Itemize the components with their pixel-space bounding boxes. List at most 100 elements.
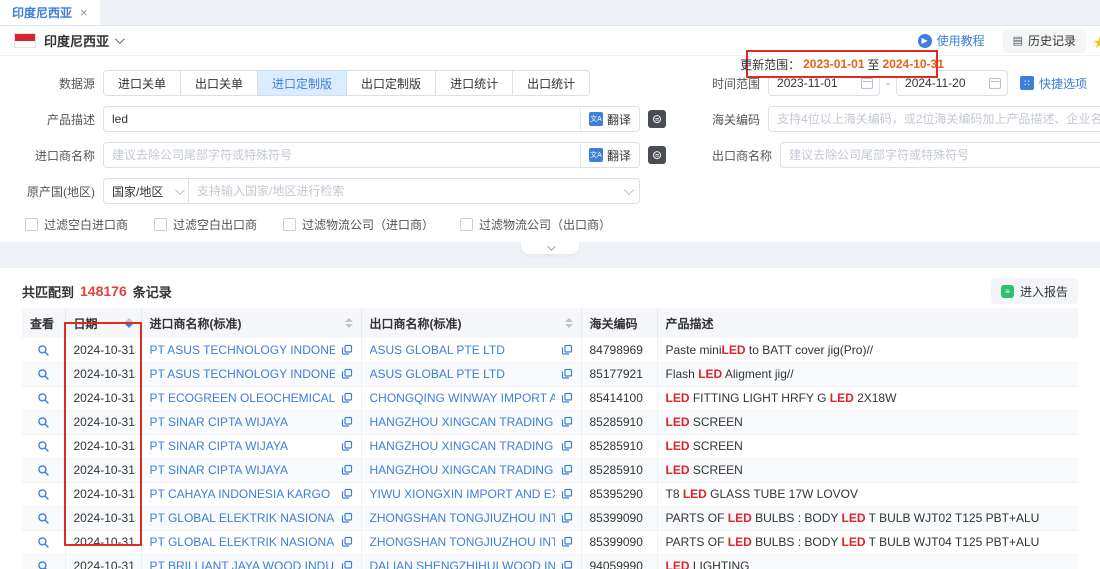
importer-link[interactable]: PT SINAR CIPTA WIJAYA	[150, 415, 335, 429]
exporter-link[interactable]: ZHONGSHAN TONGJIUZHOU INTERNA...	[370, 535, 555, 549]
sort-carets-icon[interactable]	[125, 318, 133, 328]
copy-icon[interactable]	[341, 392, 353, 404]
history-button[interactable]: ▤ 历史记录	[1003, 29, 1086, 53]
product-desc-input[interactable]	[104, 107, 580, 131]
datasource-tab-4[interactable]: 进口统计	[436, 70, 513, 96]
exporter-link[interactable]: YIWU XIONGXIN IMPORT AND EXPORT...	[370, 487, 555, 501]
copy-icon[interactable]	[341, 344, 353, 356]
copy-icon[interactable]	[561, 464, 573, 476]
magnifier-icon[interactable]	[37, 464, 50, 477]
magnifier-icon[interactable]	[37, 392, 50, 405]
importer-link[interactable]: PT ASUS TECHNOLOGY INDONESIA BA...	[150, 367, 335, 381]
copy-icon[interactable]	[341, 512, 353, 524]
magnifier-icon[interactable]	[37, 368, 50, 381]
collapse-panel-button[interactable]	[521, 241, 579, 254]
chevron-down-icon	[624, 185, 634, 195]
close-icon[interactable]: ×	[80, 6, 88, 19]
filter-checkbox-2[interactable]: 过滤物流公司（进口商）	[283, 216, 434, 233]
translate-button[interactable]: 文A 翻译	[580, 107, 639, 131]
importer-link[interactable]: PT SINAR CIPTA WIJAYA	[150, 439, 335, 453]
exporter-link[interactable]: CHONGQING WINWAY IMPORT AND E...	[370, 391, 555, 405]
translate-icon: 文A	[589, 148, 603, 162]
copy-icon[interactable]	[561, 392, 573, 404]
importer-link[interactable]: PT ECOGREEN OLEOCHEMICALS	[150, 391, 335, 405]
importer-link[interactable]: PT GLOBAL ELEKTRIK NASIONAL	[150, 511, 335, 525]
circled-equals-icon[interactable]: ⊜	[648, 146, 666, 164]
copy-icon[interactable]	[561, 416, 573, 428]
circled-equals-icon[interactable]: ⊜	[648, 110, 666, 128]
magnifier-icon[interactable]	[37, 512, 50, 525]
copy-icon[interactable]	[341, 536, 353, 548]
history-label: 历史记录	[1028, 32, 1076, 49]
filter-checkbox-1[interactable]: 过滤空白出口商	[154, 216, 257, 233]
origin-type-select[interactable]: 国家/地区	[103, 178, 189, 204]
tutorial-link[interactable]: ▶ 使用教程	[918, 32, 985, 49]
importer-input[interactable]	[104, 143, 580, 167]
exporter-link[interactable]: HANGZHOU XINGCAN TRADING CO LTD	[370, 439, 555, 453]
hs-code-row: 海关编码	[712, 106, 1100, 132]
table-row: 2024-10-31PT CAHAYA INDONESIA KARGOYIWU …	[22, 482, 1078, 506]
origin-search-inputbox	[189, 178, 640, 204]
magnifier-icon[interactable]	[37, 536, 50, 549]
sort-carets-icon[interactable]	[345, 318, 353, 328]
exporter-link[interactable]: DALIAN SHENGZHIHUI WOOD INDUST...	[370, 559, 555, 569]
magnifier-icon[interactable]	[37, 488, 50, 501]
copy-icon[interactable]	[561, 344, 573, 356]
magnifier-icon[interactable]	[37, 344, 50, 357]
sort-carets-icon[interactable]	[565, 318, 573, 328]
importer-link[interactable]: PT GLOBAL ELEKTRIK NASIONAL	[150, 535, 335, 549]
datasource-tab-3[interactable]: 出口定制版	[347, 70, 436, 96]
star-icon[interactable]: ★	[1093, 33, 1100, 53]
copy-icon[interactable]	[561, 440, 573, 452]
copy-icon[interactable]	[341, 368, 353, 380]
quick-options-link[interactable]: ∷ 快捷选项	[1020, 75, 1087, 92]
copy-icon[interactable]	[341, 464, 353, 476]
copy-icon[interactable]	[341, 440, 353, 452]
table-header-row: 查看日期进口商名称(标准)出口商名称(标准)海关编码产品描述	[22, 308, 1078, 338]
column-header-1[interactable]: 日期	[65, 308, 141, 338]
hs-code-input[interactable]	[769, 107, 1100, 131]
enter-report-button[interactable]: ≡ 进入报告	[991, 278, 1078, 304]
magnifier-icon[interactable]	[37, 560, 50, 569]
copy-icon[interactable]	[561, 560, 573, 569]
exporter-link[interactable]: HANGZHOU XINGCAN TRADING CO LTD	[370, 415, 555, 429]
copy-icon[interactable]	[561, 368, 573, 380]
datasource-tab-1[interactable]: 出口关单	[181, 70, 258, 96]
importer-link[interactable]: PT BRILLIANT JAYA WOOD INDUSTRY	[150, 559, 335, 569]
column-header-2[interactable]: 进口商名称(标准)	[141, 308, 361, 338]
importer-link[interactable]: PT CAHAYA INDONESIA KARGO	[150, 487, 335, 501]
datasource-tab-5[interactable]: 出口统计	[513, 70, 590, 96]
product-desc-cell: LED LIGHTING	[657, 554, 1078, 569]
filter-checkbox-3[interactable]: 过滤物流公司（出口商）	[460, 216, 611, 233]
origin-search-input[interactable]	[189, 179, 624, 203]
magnifier-icon[interactable]	[37, 416, 50, 429]
filter-checkbox-0[interactable]: 过滤空白进口商	[25, 216, 128, 233]
copy-icon[interactable]	[561, 488, 573, 500]
datasource-tab-0[interactable]: 进口关单	[103, 70, 181, 96]
datasource-tab-2[interactable]: 进口定制版	[258, 70, 347, 96]
translate-button[interactable]: 文A 翻译	[580, 143, 639, 167]
copy-icon[interactable]	[561, 512, 573, 524]
copy-icon[interactable]	[341, 416, 353, 428]
range-separator: -	[886, 76, 890, 90]
match-prefix: 共匹配到	[22, 282, 74, 301]
exporter-link[interactable]: ASUS GLOBAL PTE LTD	[370, 343, 555, 357]
importer-cell: PT SINAR CIPTA WIJAYA	[141, 458, 361, 482]
importer-link[interactable]: PT SINAR CIPTA WIJAYA	[150, 463, 335, 477]
column-header-3[interactable]: 出口商名称(标准)	[361, 308, 581, 338]
exporter-link[interactable]: ZHONGSHAN TONGJIUZHOU INTERNA...	[370, 511, 555, 525]
calendar-icon	[861, 78, 873, 89]
copy-icon[interactable]	[341, 488, 353, 500]
chevron-down-icon[interactable]	[115, 34, 125, 44]
magnifier-icon[interactable]	[37, 440, 50, 453]
importer-link[interactable]: PT ASUS TECHNOLOGY INDONESIA BA...	[150, 343, 335, 357]
filter-checkboxes: 过滤空白进口商 过滤空白出口商 过滤物流公司（进口商） 过滤物流公司（出口商）	[0, 214, 1100, 234]
exporter-link[interactable]: ASUS GLOBAL PTE LTD	[370, 367, 555, 381]
copy-icon[interactable]	[341, 560, 353, 569]
exporter-input[interactable]	[781, 143, 1100, 167]
exporter-link[interactable]: HANGZHOU XINGCAN TRADING CO LTD	[370, 463, 555, 477]
product-desc-cell: PARTS OF LED BULBS : BODY LED T BULB WJT…	[657, 506, 1078, 530]
exporter-cell: HANGZHOU XINGCAN TRADING CO LTD	[361, 410, 581, 434]
country-tab[interactable]: 印度尼西亚 ×	[0, 0, 100, 25]
copy-icon[interactable]	[561, 536, 573, 548]
